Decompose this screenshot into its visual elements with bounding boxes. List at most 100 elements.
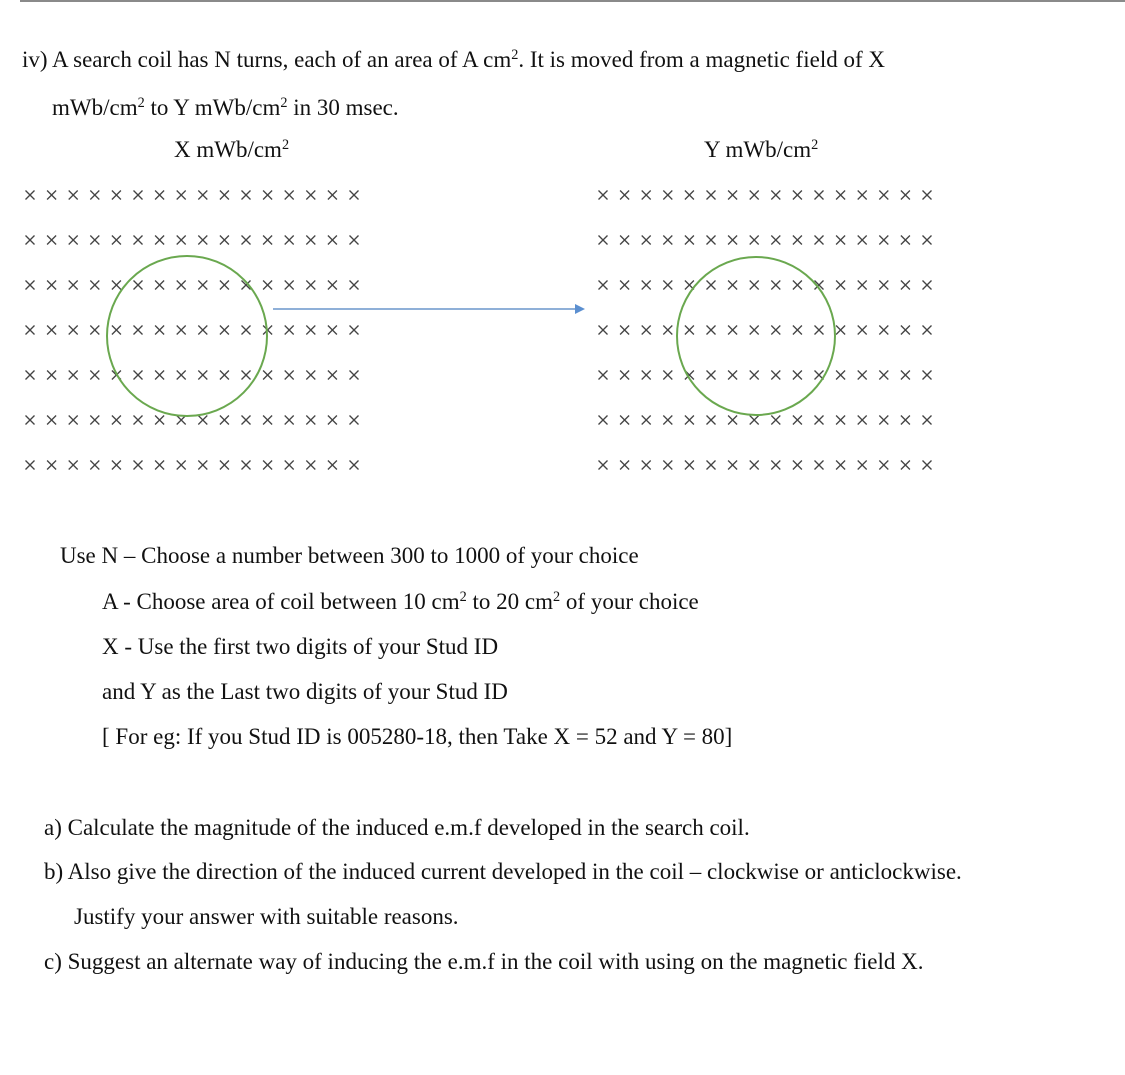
- field-cross-icon: [662, 235, 673, 245]
- field-cross-icon: [241, 235, 251, 245]
- field-cross-icon: [922, 190, 932, 200]
- field-cross-icon: [305, 370, 316, 380]
- field-cross-icon: [814, 190, 824, 200]
- field-cross-icon: [814, 460, 824, 470]
- instruction-x: X - Use the first two digits of your Stu…: [102, 634, 499, 659]
- field-cross-icon: [922, 325, 932, 335]
- field-cross-icon: [68, 325, 79, 335]
- field-cross-icon: [68, 370, 79, 380]
- field-cross-icon: [327, 460, 338, 470]
- field-cross-icon: [46, 235, 57, 245]
- field-cross-icon: [835, 415, 846, 425]
- field-cross-icon: [89, 415, 100, 425]
- field-cross-icon: [89, 325, 100, 335]
- field-cross-icon: [133, 415, 143, 425]
- field-cross-icon: [641, 370, 652, 380]
- field-cross-icon: [25, 280, 35, 290]
- superscript: 2: [553, 589, 561, 606]
- field-cross-icon: [857, 370, 868, 380]
- part-b: b) Also give the direction of the induce…: [44, 859, 962, 884]
- field-cross-icon: [770, 325, 781, 335]
- field-cross-icon: [133, 325, 143, 335]
- field-cross-icon: [684, 190, 695, 200]
- part-a: a) Calculate the magnitude of the induce…: [44, 815, 750, 840]
- field-cross-icon: [684, 325, 695, 335]
- field-cross-icon: [349, 370, 359, 380]
- field-cross-icon: [619, 415, 630, 425]
- field-cross-icon: [814, 325, 824, 335]
- field-cross-icon: [327, 415, 338, 425]
- field-cross-icon: [176, 280, 187, 290]
- field-cross-icon: [176, 460, 187, 470]
- field-cross-icon: [749, 325, 760, 335]
- field-cross-icon: [770, 370, 781, 380]
- field-cross-icon: [857, 415, 868, 425]
- field-cross-icon: [89, 235, 100, 245]
- field-cross-icon: [176, 235, 187, 245]
- field-cross-icon: [305, 460, 316, 470]
- field-cross-icon: [792, 235, 803, 245]
- field-cross-icon: [749, 190, 760, 200]
- field-cross-icon: [706, 415, 716, 425]
- field-cross-icon: [641, 325, 652, 335]
- field-cross-icon: [706, 370, 716, 380]
- superscript: 2: [459, 589, 467, 606]
- field-cross-icon: [241, 325, 251, 335]
- field-cross-icon: [684, 415, 695, 425]
- field-cross-icon: [197, 325, 208, 335]
- field-cross-icon: [284, 415, 295, 425]
- field-cross-icon: [770, 190, 781, 200]
- field-cross-icon: [305, 415, 316, 425]
- field-cross-icon: [770, 235, 781, 245]
- instruction-text: to 20 cm: [466, 589, 554, 614]
- field-cross-icon: [284, 370, 295, 380]
- field-cross-icon: [900, 190, 911, 200]
- field-cross-icon: [706, 280, 716, 290]
- field-cross-icon: [133, 280, 143, 290]
- left-field-grid: [25, 190, 359, 470]
- field-cross-icon: [46, 280, 57, 290]
- field-cross-icon: [133, 235, 143, 245]
- field-cross-icon: [219, 415, 230, 425]
- field-cross-icon: [262, 415, 273, 425]
- field-cross-icon: [727, 325, 738, 335]
- field-cross-icon: [878, 370, 889, 380]
- field-cross-icon: [598, 325, 608, 335]
- field-cross-icon: [706, 325, 716, 335]
- field-cross-icon: [598, 280, 608, 290]
- field-cross-icon: [197, 235, 208, 245]
- field-cross-icon: [878, 415, 889, 425]
- field-cross-icon: [197, 190, 208, 200]
- field-cross-icon: [598, 460, 608, 470]
- field-cross-icon: [133, 370, 143, 380]
- field-cross-icon: [68, 460, 79, 470]
- field-cross-icon: [706, 235, 716, 245]
- field-cross-icon: [46, 460, 57, 470]
- field-cross-icon: [111, 235, 122, 245]
- field-cross-icon: [900, 325, 911, 335]
- field-cross-icon: [619, 190, 630, 200]
- field-cross-icon: [46, 325, 57, 335]
- field-cross-icon: [46, 370, 57, 380]
- field-cross-icon: [878, 190, 889, 200]
- field-cross-icon: [111, 460, 122, 470]
- field-cross-icon: [349, 280, 359, 290]
- field-cross-icon: [25, 190, 35, 200]
- search-coil-final: [676, 256, 836, 416]
- field-cross-icon: [598, 190, 608, 200]
- field-cross-icon: [727, 415, 738, 425]
- field-cross-icon: [727, 235, 738, 245]
- field-cross-icon: [25, 460, 35, 470]
- field-cross-icon: [284, 235, 295, 245]
- field-cross-icon: [857, 325, 868, 335]
- field-cross-icon: [327, 370, 338, 380]
- field-cross-icon: [197, 370, 208, 380]
- field-cross-icon: [241, 415, 251, 425]
- field-cross-icon: [878, 235, 889, 245]
- field-cross-icon: [111, 280, 122, 290]
- field-cross-icon: [835, 370, 846, 380]
- field-cross-icon: [111, 325, 122, 335]
- field-cross-icon: [262, 460, 273, 470]
- field-cross-icon: [327, 235, 338, 245]
- field-cross-icon: [857, 280, 868, 290]
